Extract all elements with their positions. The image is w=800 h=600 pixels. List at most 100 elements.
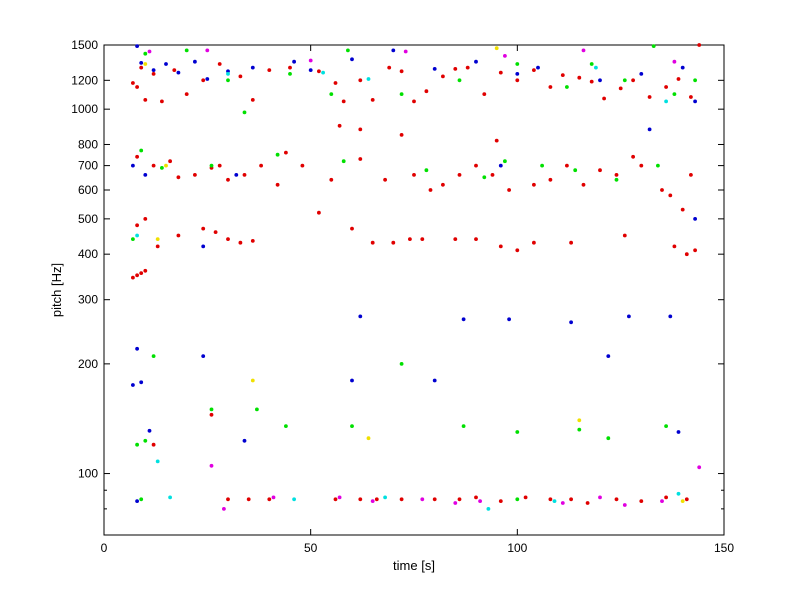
data-point	[222, 507, 226, 511]
data-point	[143, 438, 148, 443]
data-point	[250, 98, 255, 102]
data-point	[131, 383, 135, 387]
x-tick-label: 0	[101, 541, 108, 555]
data-point	[540, 163, 544, 168]
data-point	[569, 320, 573, 325]
data-point	[536, 65, 540, 70]
data-point	[139, 497, 144, 502]
data-point	[569, 240, 573, 245]
data-point	[507, 188, 511, 192]
data-point	[259, 163, 263, 168]
data-point	[399, 133, 404, 137]
y-tick-label: 600	[78, 183, 98, 197]
data-point	[308, 68, 313, 72]
data-point	[358, 157, 363, 161]
data-point	[246, 497, 251, 502]
y-tick-label: 200	[78, 357, 98, 371]
data-point	[358, 497, 363, 502]
data-point	[135, 273, 140, 278]
data-point	[457, 78, 462, 83]
data-point	[660, 188, 664, 192]
data-point	[676, 491, 681, 496]
data-point	[693, 99, 697, 104]
data-point	[399, 497, 404, 502]
data-point	[532, 182, 536, 187]
data-point	[647, 95, 652, 99]
data-point	[602, 96, 606, 101]
data-point	[271, 495, 276, 500]
data-point	[151, 442, 156, 447]
data-point	[143, 173, 148, 177]
data-point	[226, 237, 230, 242]
data-point	[560, 501, 565, 505]
data-point	[176, 70, 181, 75]
data-point	[606, 436, 611, 441]
data-point	[370, 240, 375, 245]
data-point	[441, 74, 445, 79]
x-tick-label: 100	[507, 541, 527, 555]
data-point	[627, 314, 631, 319]
data-point	[594, 65, 598, 70]
data-point	[412, 99, 416, 104]
data-point	[151, 354, 156, 358]
data-point	[135, 233, 140, 238]
data-point	[503, 54, 507, 58]
data-point	[370, 499, 375, 503]
x-axis-label: time [s]	[393, 558, 435, 573]
data-point	[680, 65, 685, 70]
data-point	[672, 92, 677, 96]
data-point	[403, 49, 408, 54]
data-point	[664, 424, 668, 428]
data-point	[226, 497, 230, 502]
data-point	[234, 173, 239, 177]
data-point	[176, 175, 181, 180]
data-point	[672, 244, 677, 249]
data-point	[515, 62, 520, 66]
data-point	[494, 138, 499, 143]
data-point	[614, 497, 619, 502]
data-point	[461, 317, 466, 322]
data-point	[143, 62, 148, 66]
data-point	[515, 248, 520, 253]
data-point	[317, 69, 321, 74]
data-point	[689, 95, 693, 99]
data-point	[494, 46, 499, 51]
data-point	[321, 70, 325, 75]
data-point	[474, 237, 478, 242]
data-point	[341, 99, 346, 104]
data-point	[453, 67, 458, 71]
data-point	[350, 57, 354, 62]
data-point	[664, 99, 668, 104]
data-point	[441, 182, 445, 187]
data-point	[242, 173, 247, 177]
data-point	[680, 499, 685, 503]
data-point	[238, 240, 243, 245]
data-point	[428, 188, 433, 192]
data-point	[668, 314, 673, 319]
data-point	[358, 127, 363, 132]
data-point	[250, 378, 255, 383]
data-point	[548, 497, 553, 502]
data-point	[168, 159, 173, 164]
data-point	[168, 495, 173, 500]
data-point	[164, 62, 168, 66]
data-point	[275, 182, 280, 187]
y-tick-label: 1500	[71, 38, 98, 52]
data-point	[631, 154, 635, 159]
data-point	[151, 68, 156, 72]
data-point	[498, 163, 503, 168]
data-point	[184, 92, 189, 96]
data-point	[515, 497, 520, 502]
data-point	[284, 424, 288, 428]
data-point	[139, 65, 144, 70]
x-tick-label: 50	[304, 541, 318, 555]
data-point	[255, 407, 259, 412]
data-point	[143, 217, 148, 221]
data-point	[465, 65, 470, 70]
data-point	[420, 237, 425, 242]
data-point	[337, 495, 342, 500]
data-point	[139, 61, 144, 65]
data-point	[408, 237, 412, 242]
y-tick-label: 100	[78, 467, 98, 481]
y-tick-label: 1000	[71, 102, 98, 116]
